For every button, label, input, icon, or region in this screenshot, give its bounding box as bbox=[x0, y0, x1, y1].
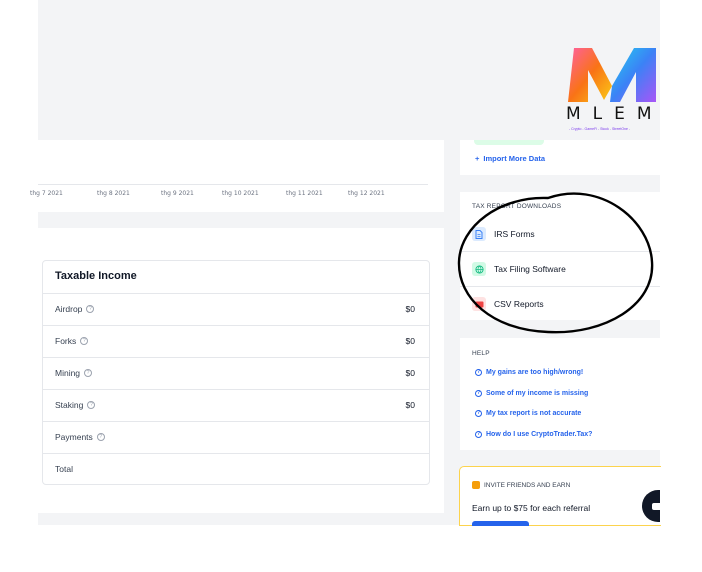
income-row-airdrop: Airdrop? $0 bbox=[43, 293, 429, 325]
document-icon bbox=[472, 227, 486, 241]
dl-item-label: CSV Reports bbox=[494, 299, 544, 309]
question-icon: ? bbox=[475, 431, 482, 438]
x-tick-label: thg 7 2021 bbox=[30, 190, 63, 197]
row-label: Total bbox=[55, 464, 73, 474]
help-link-label: My tax report is not accurate bbox=[486, 410, 582, 417]
x-tick-label: thg 8 2021 bbox=[97, 190, 130, 197]
gift-icon bbox=[472, 481, 480, 489]
help-link[interactable]: ? Some of my income is missing bbox=[475, 390, 588, 397]
dl-item-label: Tax Filing Software bbox=[494, 264, 566, 274]
logo-wordmark: MLEM bbox=[566, 104, 664, 124]
import-more-data-link[interactable]: + Import More Data bbox=[475, 154, 545, 163]
income-row-total: Total bbox=[43, 453, 429, 485]
invite-title-label: INVITE FRIENDS AND EARN bbox=[484, 481, 571, 489]
x-tick-label: thg 12 2021 bbox=[348, 190, 385, 197]
divider bbox=[460, 251, 660, 252]
divider bbox=[460, 286, 660, 287]
tax-filing-software-link[interactable]: Tax Filing Software bbox=[472, 259, 566, 279]
globe-icon bbox=[472, 262, 486, 276]
import-chip bbox=[474, 140, 544, 145]
help-link-label: My gains are too high/wrong! bbox=[486, 369, 584, 376]
help-link-label: Some of my income is missing bbox=[486, 390, 589, 397]
x-tick-label: thg 11 2021 bbox=[286, 190, 323, 197]
x-tick-label: thg 10 2021 bbox=[222, 190, 259, 197]
help-circle-icon[interactable]: ? bbox=[87, 401, 96, 409]
help-link[interactable]: ? My tax report is not accurate bbox=[475, 410, 581, 417]
help-circle-icon[interactable]: ? bbox=[86, 305, 95, 313]
row-value: $0 bbox=[405, 304, 415, 314]
income-row-forks: Forks? $0 bbox=[43, 325, 429, 357]
irs-forms-link[interactable]: IRS Forms bbox=[472, 224, 535, 244]
downloads-title: TAX REPORT DOWNLOADS bbox=[472, 203, 562, 210]
invite-panel bbox=[459, 466, 661, 526]
row-label: Staking bbox=[55, 400, 84, 410]
help-title: HELP bbox=[472, 350, 490, 357]
chat-icon bbox=[652, 503, 660, 510]
help-link[interactable]: ? My gains are too high/wrong! bbox=[475, 369, 583, 376]
help-circle-icon[interactable]: ? bbox=[84, 369, 93, 377]
import-link-label: Import More Data bbox=[483, 154, 546, 163]
income-row-mining: Mining? $0 bbox=[43, 357, 429, 389]
row-label: Payments bbox=[55, 432, 93, 442]
invite-text: Earn up to $75 for each referral bbox=[472, 503, 591, 513]
income-row-payments: Payments? bbox=[43, 421, 429, 453]
row-value: $0 bbox=[405, 368, 415, 378]
income-row-staking: Staking? $0 bbox=[43, 389, 429, 421]
question-icon: ? bbox=[475, 390, 482, 397]
help-circle-icon[interactable]: ? bbox=[80, 337, 89, 345]
x-tick-label: thg 9 2021 bbox=[161, 190, 194, 197]
plus-icon: + bbox=[475, 154, 480, 163]
help-circle-icon[interactable]: ? bbox=[96, 433, 105, 441]
row-value: $0 bbox=[405, 336, 415, 346]
chart-x-axis bbox=[38, 184, 428, 185]
dl-item-label: IRS Forms bbox=[494, 229, 535, 239]
invite-title: INVITE FRIENDS AND EARN bbox=[472, 481, 570, 489]
taxable-income-title: Taxable Income bbox=[55, 270, 137, 282]
help-link-label: How do I use CryptoTrader.Tax? bbox=[486, 431, 593, 438]
chart-panel bbox=[38, 140, 444, 212]
row-label: Airdrop bbox=[55, 304, 83, 314]
question-icon: ? bbox=[475, 410, 482, 417]
csv-icon bbox=[472, 297, 486, 311]
question-icon: ? bbox=[475, 369, 482, 376]
invite-button[interactable] bbox=[472, 521, 529, 526]
row-label: Mining bbox=[55, 368, 81, 378]
taxable-income-card: Taxable Income Airdrop? $0 Forks? $0 Min… bbox=[42, 260, 430, 485]
logo-tagline: - Crypto - GameFi - Stock - StreetOne - bbox=[569, 127, 631, 131]
row-value: $0 bbox=[405, 400, 415, 410]
row-label: Forks bbox=[55, 336, 77, 346]
help-link[interactable]: ? How do I use CryptoTrader.Tax? bbox=[475, 431, 592, 438]
csv-reports-link[interactable]: CSV Reports bbox=[472, 294, 544, 314]
